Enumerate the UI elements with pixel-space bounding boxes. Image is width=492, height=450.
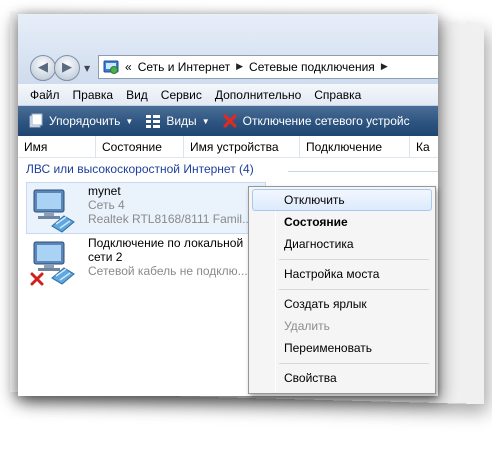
organize-label: Упорядочить xyxy=(49,114,121,128)
red-x-icon xyxy=(223,114,237,128)
menu-view[interactable]: Вид xyxy=(120,88,155,102)
column-headers: Имя Состояние Имя устройства Подключение… xyxy=(18,136,438,158)
control-panel-icon xyxy=(103,60,119,74)
group-header[interactable]: ЛВС или высокоскоростной Интернет (4) xyxy=(18,162,438,180)
breadcrumb-network-connections[interactable]: Сетевые подключения xyxy=(249,60,375,74)
column-device-name[interactable]: Имя устройства xyxy=(184,136,300,157)
breadcrumb-network-internet[interactable]: Сеть и Интернет xyxy=(138,60,230,74)
back-arrow-icon: ◀ xyxy=(38,60,48,75)
group-divider xyxy=(288,171,438,172)
menu-file[interactable]: Файл xyxy=(24,88,67,102)
disconnect-device-button[interactable]: Отключение сетевого устройс xyxy=(220,113,416,129)
column-status[interactable]: Состояние xyxy=(96,136,184,157)
dropdown-arrow-icon: ▼ xyxy=(125,116,134,126)
forward-button[interactable]: ▶ xyxy=(54,55,80,81)
cable-unplugged-icon xyxy=(30,272,44,286)
context-menu: Отключить Состояние Диагностика Настройк… xyxy=(248,186,436,394)
forward-arrow-icon: ▶ xyxy=(62,60,72,75)
views-button[interactable]: Виды ▼ xyxy=(143,113,215,129)
menu-separator xyxy=(279,289,429,290)
organize-icon xyxy=(29,113,43,128)
breadcrumb-overflow[interactable]: « xyxy=(125,60,132,74)
menu-item-properties[interactable]: Свойства xyxy=(252,367,432,389)
group-label: ЛВС или высокоскоростной Интернет (4) xyxy=(26,162,254,176)
menu-item-create-shortcut[interactable]: Создать ярлык xyxy=(252,293,432,315)
address-bar[interactable]: « Сеть и Интернет ▶ Сетевые подключения … xyxy=(98,55,438,79)
views-icon xyxy=(146,115,161,128)
menu-item-status[interactable]: Состояние xyxy=(252,211,432,233)
command-bar: Упорядочить ▼ Виды ▼ Отключение сетевого… xyxy=(18,106,438,136)
connection-item-local-2[interactable]: Подключение по локальной сети 2 Сетевой … xyxy=(30,236,270,288)
column-name[interactable]: Имя xyxy=(18,136,96,157)
views-label: Виды xyxy=(166,114,197,128)
menu-item-rename[interactable]: Переименовать xyxy=(252,337,432,359)
organize-button[interactable]: Упорядочить ▼ xyxy=(26,113,139,129)
navigation-bar: ◀ ▶ ▼ « Сеть и Интернет ▶ Сетевые подклю… xyxy=(18,14,438,84)
breadcrumb-chevron-icon[interactable]: ▶ xyxy=(381,62,388,72)
menu-item-bridge[interactable]: Настройка моста xyxy=(252,263,432,285)
menu-advanced[interactable]: Дополнительно xyxy=(209,88,308,102)
menu-bar: Файл Правка Вид Сервис Дополнительно Спр… xyxy=(18,84,438,106)
breadcrumb-chevron-icon[interactable]: ▶ xyxy=(236,62,243,72)
disconnect-label: Отключение сетевого устройс xyxy=(242,114,410,128)
menu-item-delete: Удалить xyxy=(284,319,330,333)
network-adapter-icon xyxy=(33,189,75,233)
menu-item-disable[interactable]: Отключить xyxy=(252,189,432,211)
menu-item-diagnose[interactable]: Диагностика xyxy=(252,233,432,255)
connection-item-mynet[interactable]: mynet Сеть 4 Realtek RTL8168/8111 Famil.… xyxy=(26,182,270,236)
menu-separator xyxy=(279,259,429,260)
back-button[interactable]: ◀ xyxy=(30,55,56,81)
menu-edit[interactable]: Правка xyxy=(67,88,121,102)
menu-help[interactable]: Справка xyxy=(308,88,368,102)
dropdown-arrow-icon: ▼ xyxy=(201,116,210,126)
menu-tools[interactable]: Сервис xyxy=(155,88,209,102)
column-category[interactable]: Ка xyxy=(410,136,438,157)
menu-separator xyxy=(279,363,429,364)
column-connection[interactable]: Подключение xyxy=(300,136,410,157)
recent-pages-dropdown-icon[interactable]: ▼ xyxy=(84,64,92,73)
